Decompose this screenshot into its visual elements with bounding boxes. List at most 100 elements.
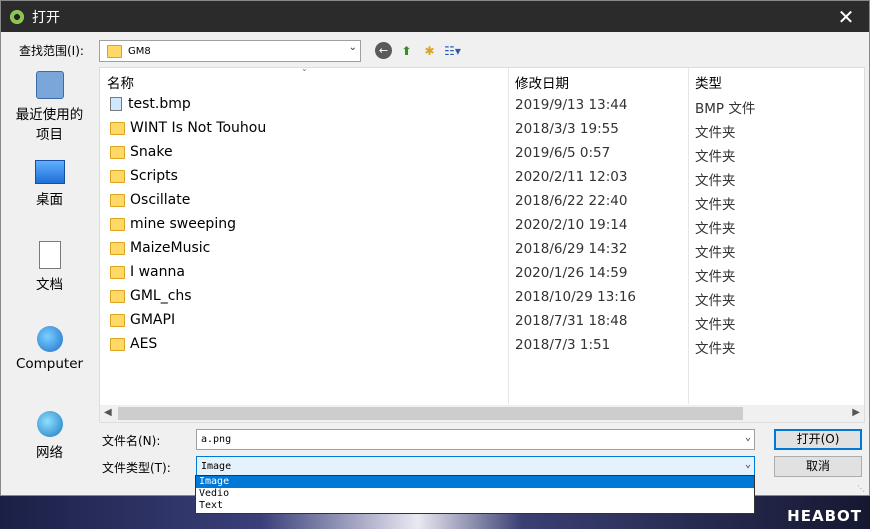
title-bar[interactable]: 打开 ✕ <box>1 1 869 32</box>
toolbar: ← ⬆ ✱ ☷▾ <box>375 42 461 59</box>
folder-icon <box>110 265 125 279</box>
image-file-icon <box>110 97 122 111</box>
file-name: mine sweeping <box>130 216 236 232</box>
file-name-cell: test.bmp <box>110 96 191 112</box>
place-desktop[interactable]: 桌面 <box>1 160 98 208</box>
look-in-label: 查找范围(I): <box>19 44 84 58</box>
file-type: 文件夹 <box>695 245 736 261</box>
file-type: 文件夹 <box>695 197 736 213</box>
resize-grip-icon[interactable]: ⋱ <box>857 484 865 493</box>
file-date: 2018/7/3 1:51 <box>515 337 611 353</box>
file-type: 文件夹 <box>695 173 736 189</box>
file-date: 2019/9/13 13:44 <box>515 97 628 113</box>
horizontal-scrollbar[interactable]: ◀ ▶ <box>100 405 864 422</box>
network-icon <box>36 411 63 437</box>
computer-icon <box>36 326 63 352</box>
file-date: 2020/2/11 12:03 <box>515 169 628 185</box>
file-name: Scripts <box>130 168 178 184</box>
places-bar: 最近使用的 项目 桌面 文档 Computer 网络 <box>1 67 98 495</box>
place-label: 文档 <box>36 277 63 293</box>
file-row[interactable]: Snake 2019/6/5 0:57 文件夹 <box>100 141 864 165</box>
place-recent[interactable]: 最近使用的 项目 <box>1 71 98 143</box>
file-name: GMAPI <box>130 312 176 328</box>
filetype-dropdown: Image Vedio Text <box>195 475 755 514</box>
file-name: I wanna <box>130 264 185 280</box>
new-folder-icon[interactable]: ✱ <box>421 42 438 59</box>
back-icon[interactable]: ← <box>375 42 392 59</box>
filetype-option[interactable]: Vedio <box>196 488 754 500</box>
filetype-option[interactable]: Image <box>196 476 754 488</box>
scroll-right-icon[interactable]: ▶ <box>852 407 860 418</box>
scroll-left-icon[interactable]: ◀ <box>104 407 112 418</box>
file-name-cell: AES <box>110 336 157 352</box>
file-type: 文件夹 <box>695 317 736 333</box>
filetype-value: Image <box>201 461 232 472</box>
file-type: 文件夹 <box>695 341 736 357</box>
file-date: 2018/6/29 14:32 <box>515 241 628 257</box>
chevron-down-icon[interactable]: ⌄ <box>745 459 751 470</box>
file-date: 2018/6/22 22:40 <box>515 193 628 209</box>
file-type: BMP 文件 <box>695 101 756 117</box>
file-name: Oscillate <box>130 192 191 208</box>
filename-input[interactable]: a.png ⌄ <box>196 429 755 450</box>
column-header: ⌄ 名称 修改日期 类型 <box>100 64 864 92</box>
cancel-button[interactable]: 取消 <box>774 456 862 477</box>
file-name-cell: WINT Is Not Touhou <box>110 120 266 136</box>
open-button[interactable]: 打开(O) <box>774 429 862 450</box>
file-name: WINT Is Not Touhou <box>130 120 267 136</box>
sort-caret-icon: ⌄ <box>301 64 308 73</box>
file-date: 2020/2/10 19:14 <box>515 217 628 233</box>
look-in-value: GM8 <box>128 45 151 57</box>
up-folder-icon[interactable]: ⬆ <box>398 42 415 59</box>
place-computer[interactable]: Computer <box>1 326 98 372</box>
file-date: 2019/6/5 0:57 <box>515 145 611 161</box>
file-name-cell: MaizeMusic <box>110 240 210 256</box>
view-menu-icon[interactable]: ☷▾ <box>444 42 461 59</box>
file-row[interactable]: GML_chs 2018/10/29 13:16 文件夹 <box>100 285 864 309</box>
place-label: 桌面 <box>36 192 63 208</box>
folder-icon <box>110 241 125 255</box>
scrollbar-thumb[interactable] <box>118 407 743 420</box>
file-name-cell: I wanna <box>110 264 185 280</box>
folder-icon <box>110 193 125 207</box>
file-name-cell: GMAPI <box>110 312 175 328</box>
file-list[interactable]: ⌄ 名称 修改日期 类型 test.bmp 2019/9/13 13:44 BMP … <box>99 64 865 423</box>
place-network[interactable]: 网络 <box>1 411 98 461</box>
column-name[interactable]: 名称 <box>107 72 134 92</box>
file-row[interactable]: Oscillate 2018/6/22 22:40 文件夹 <box>100 189 864 213</box>
documents-icon <box>38 241 61 269</box>
file-row[interactable]: GMAPI 2018/7/31 18:48 文件夹 <box>100 309 864 333</box>
file-row[interactable]: I wanna 2020/1/26 14:59 文件夹 <box>100 261 864 285</box>
place-label: 最近使用的 项目 <box>15 107 84 143</box>
file-name: GML_chs <box>130 288 192 304</box>
file-row[interactable]: AES 2018/7/3 1:51 文件夹 <box>100 333 864 357</box>
filetype-select[interactable]: Image ⌄ <box>196 456 755 477</box>
place-documents[interactable]: 文档 <box>1 241 98 293</box>
folder-icon <box>107 44 122 58</box>
column-date[interactable]: 修改日期 <box>515 72 569 92</box>
file-name-cell: Oscillate <box>110 192 190 208</box>
file-name-cell: Snake <box>110 144 173 160</box>
file-date: 2018/10/29 13:16 <box>515 289 637 305</box>
filename-label: 文件名(N): <box>102 434 161 448</box>
filetype-option[interactable]: Text <box>196 500 754 512</box>
dialog-title: 打开 <box>32 9 60 26</box>
file-row[interactable]: WINT Is Not Touhou 2018/3/3 19:55 文件夹 <box>100 117 864 141</box>
file-date: 2018/3/3 19:55 <box>515 121 619 137</box>
file-name: AES <box>130 336 158 352</box>
column-type[interactable]: 类型 <box>695 72 722 92</box>
file-name: test.bmp <box>128 96 191 112</box>
file-type: 文件夹 <box>695 149 736 165</box>
file-row[interactable]: test.bmp 2019/9/13 13:44 BMP 文件 <box>100 93 864 117</box>
look-in-combobox[interactable]: GM8 ⌄ <box>99 40 361 62</box>
place-label: 网络 <box>36 445 63 461</box>
chevron-down-icon[interactable]: ⌄ <box>349 42 357 53</box>
close-button[interactable]: ✕ <box>823 1 869 32</box>
desktop-icon <box>34 160 65 184</box>
file-row[interactable]: mine sweeping 2020/2/10 19:14 文件夹 <box>100 213 864 237</box>
file-type: 文件夹 <box>695 293 736 309</box>
file-row[interactable]: Scripts 2020/2/11 12:03 文件夹 <box>100 165 864 189</box>
chevron-down-icon[interactable]: ⌄ <box>745 432 751 443</box>
file-row[interactable]: MaizeMusic 2018/6/29 14:32 文件夹 <box>100 237 864 261</box>
recent-icon <box>35 71 64 99</box>
